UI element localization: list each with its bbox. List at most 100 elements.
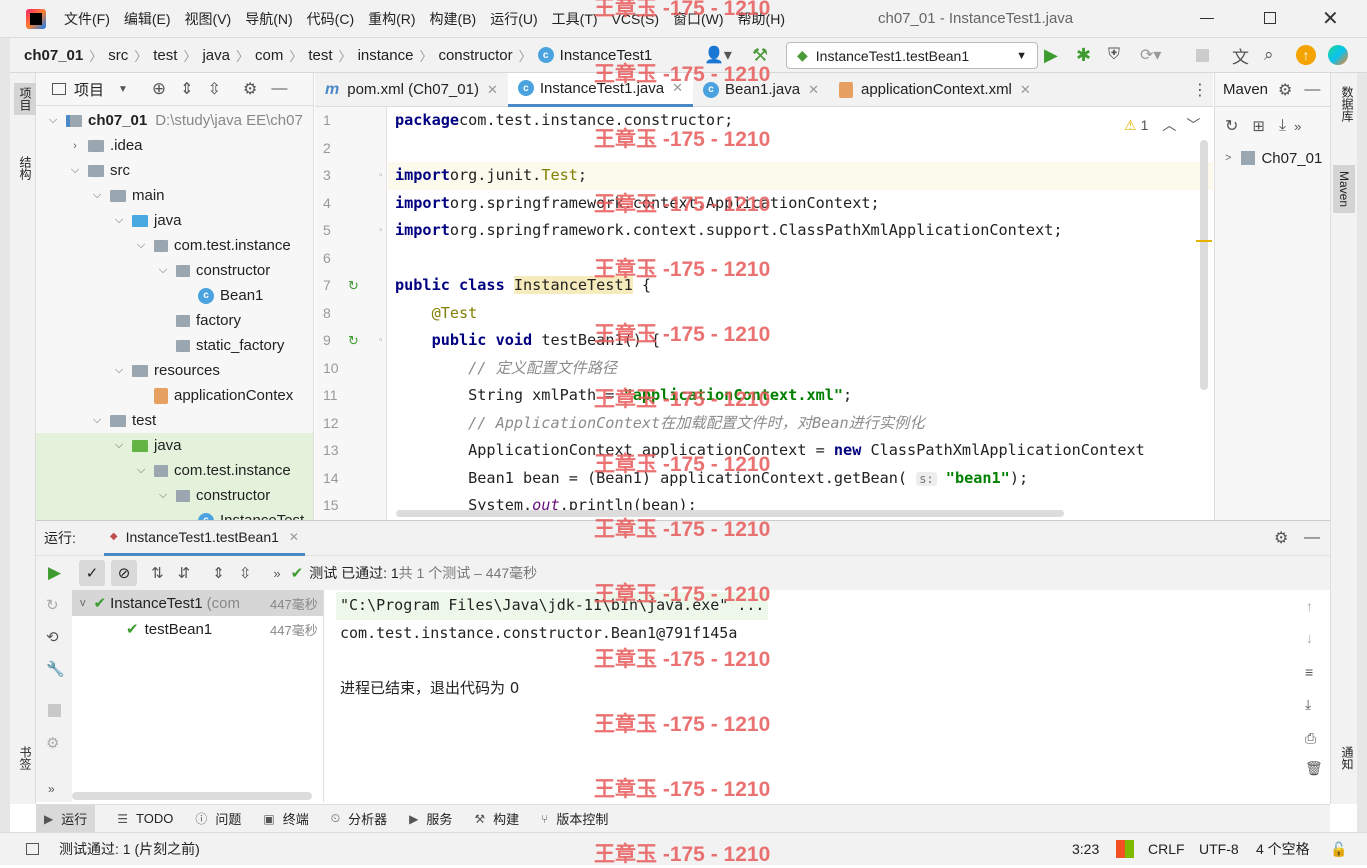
tree-item[interactable]: › .idea <box>36 133 313 158</box>
chevron-down-icon[interactable]: ▼ <box>118 84 128 95</box>
fold-icon[interactable]: ▫ <box>379 217 383 245</box>
bottom-tab[interactable]: ▶ 运行 <box>36 804 96 833</box>
collapse-all-icon[interactable]: ⇳ <box>208 79 221 99</box>
menu-item-6[interactable]: 构建(B) <box>430 9 477 29</box>
locate-icon[interactable]: ⊕ <box>152 79 166 99</box>
menu-item-5[interactable]: 重构(R) <box>368 9 415 29</box>
cursor-position[interactable]: 3:23 <box>1072 841 1099 857</box>
tool-project[interactable]: 项目 <box>14 83 37 115</box>
run-icon[interactable]: ▶ <box>1044 45 1058 66</box>
breadcrumb-item[interactable]: com <box>255 47 283 64</box>
collapse-all-icon[interactable]: ⇳ <box>239 564 252 582</box>
chevron-down-icon[interactable]: ⌵ <box>112 439 126 452</box>
tree-item[interactable]: ⌵ main <box>36 183 313 208</box>
chevron-down-icon[interactable]: ⌵ <box>68 164 82 177</box>
tree-item[interactable]: ⌵ java <box>36 433 313 458</box>
tool-maven[interactable]: Maven <box>1333 165 1355 214</box>
layout-icon[interactable] <box>26 843 39 855</box>
fold-icon[interactable]: ▫ <box>379 162 383 190</box>
maven-project-item[interactable]: > Ch07_01 <box>1215 145 1330 171</box>
wrench-icon[interactable]: 🔧 <box>46 660 65 678</box>
test-case-row[interactable]: ✔ testBean1 447毫秒 <box>72 616 323 642</box>
bottom-tab[interactable]: ⓘ 问题 <box>195 809 241 828</box>
pin-icon[interactable]: ⚙ <box>46 734 59 752</box>
more-icon[interactable]: » <box>1294 119 1301 134</box>
sort-alpha-icon[interactable]: ⇅ <box>151 564 164 582</box>
tool-structure[interactable]: 结构 <box>14 153 37 183</box>
run-config-dropdown[interactable]: ◆ InstanceTest1.testBean1 ▼ <box>786 42 1038 69</box>
chevron-down-icon[interactable]: ⌵ <box>134 464 148 477</box>
bottom-tab[interactable]: ⏲ 分析器 <box>331 809 387 828</box>
more-tabs-icon[interactable]: ⋮ <box>1192 80 1208 100</box>
print-icon[interactable]: ⎙ <box>1305 730 1316 747</box>
chevron-down-icon[interactable]: ⌵ <box>46 114 60 127</box>
tree-item[interactable]: ⌵ test <box>36 408 313 433</box>
toggle-auto-test-icon[interactable]: ⟲ <box>46 628 59 646</box>
close-icon[interactable]: ✕ <box>289 530 299 544</box>
bottom-tab[interactable]: ▶ 服务 <box>409 809 452 828</box>
bottom-tab[interactable]: ⑂ 版本控制 <box>541 809 608 828</box>
add-project-icon[interactable]: ⊞ <box>1252 117 1265 135</box>
tree-item[interactable]: ⌵ com.test.instance <box>36 458 313 483</box>
chevron-down-icon[interactable]: ⌵ <box>112 364 126 377</box>
search-icon[interactable]: ⌕ <box>1264 45 1274 65</box>
expand-all-icon[interactable]: ⇕ <box>212 564 225 582</box>
tree-item[interactable]: ⌵ com.test.instance <box>36 233 313 258</box>
tree-item[interactable]: applicationContex <box>36 383 313 408</box>
close-icon[interactable]: ✕ <box>1020 82 1031 98</box>
editor-tab[interactable]: m pom.xml (Ch07_01) ✕ <box>315 73 508 107</box>
warning-stripe[interactable] <box>1196 240 1212 242</box>
jetbrains-icon[interactable] <box>1328 45 1348 65</box>
hide-icon[interactable]: — <box>271 80 287 98</box>
breadcrumb-item[interactable]: instance <box>358 47 414 64</box>
editor-scrollbar[interactable] <box>1200 140 1208 390</box>
arrow-up-icon[interactable]: ↑ <box>1306 598 1313 614</box>
bottom-tab[interactable]: ▣ 终端 <box>263 809 308 828</box>
coverage-icon[interactable]: ⛨ <box>1108 46 1120 64</box>
menu-item-1[interactable]: 编辑(E) <box>124 9 171 29</box>
profile-icon[interactable]: ⟳▾ <box>1140 45 1161 65</box>
tree-item[interactable]: static_factory <box>36 333 313 358</box>
reload-icon[interactable]: ↻ <box>1225 116 1238 136</box>
gear-icon[interactable]: ⚙ <box>1274 528 1288 548</box>
menu-item-2[interactable]: 视图(V) <box>185 9 232 29</box>
menu-item-7[interactable]: 运行(U) <box>490 9 537 29</box>
close-button[interactable]: ✕ <box>1322 6 1339 31</box>
breadcrumb-item[interactable]: constructor <box>438 47 512 64</box>
code-editor[interactable]: packagecom.test.instance.constructor; im… <box>388 107 1213 520</box>
maximize-button[interactable] <box>1264 12 1276 24</box>
tree-item[interactable]: ⌵ ch07_01 D:\study\java EE\ch07 <box>36 108 313 133</box>
run-gutter-icon[interactable]: ↻ <box>348 327 359 355</box>
tree-item[interactable]: c InstanceTest <box>36 508 313 520</box>
tool-notifications[interactable]: 通知 <box>1336 743 1359 773</box>
close-icon[interactable]: ✕ <box>487 82 498 98</box>
gear-icon[interactable]: ⚙ <box>243 79 257 99</box>
chevron-down-icon[interactable]: ⌵ <box>156 489 170 502</box>
debug-icon[interactable]: ✱ <box>1076 45 1091 66</box>
tree-item[interactable]: ⌵ java <box>36 208 313 233</box>
chevron-down-icon[interactable]: ⌵ <box>112 214 126 227</box>
stop-icon[interactable] <box>48 704 61 717</box>
more-icon[interactable]: » <box>48 782 55 796</box>
run-tab[interactable]: ◆ InstanceTest1.testBean1 ✕ <box>103 520 305 556</box>
chevron-up-icon[interactable]: ︿ <box>1162 115 1176 135</box>
show-ignored-toggle[interactable]: ⊘ <box>111 560 138 586</box>
menu-item-4[interactable]: 代码(C) <box>307 9 354 29</box>
menu-item-3[interactable]: 导航(N) <box>245 9 292 29</box>
breadcrumb-item[interactable]: java <box>202 47 230 64</box>
scroll-to-end-icon[interactable]: ⤓ <box>1305 696 1311 713</box>
test-suite-row[interactable]: v ✔ InstanceTest1 (com 447毫秒 <box>72 590 323 616</box>
trash-icon[interactable]: 🗑 <box>1305 760 1323 777</box>
breadcrumb-item[interactable]: src <box>108 47 128 64</box>
chevron-down-icon[interactable]: ⌵ <box>156 264 170 277</box>
file-encoding[interactable]: UTF-8 <box>1199 841 1239 857</box>
tree-item[interactable]: factory <box>36 308 313 333</box>
bottom-tab[interactable]: ☰ TODO <box>117 811 173 826</box>
hide-icon[interactable]: — <box>1304 81 1320 99</box>
download-icon[interactable]: ⤓ <box>1279 117 1286 135</box>
fold-icon[interactable]: ▫ <box>379 327 383 355</box>
update-icon[interactable]: ↑ <box>1296 45 1316 65</box>
tree-item[interactable]: ⌵ resources <box>36 358 313 383</box>
rerun-icon[interactable]: ▶ <box>48 563 61 583</box>
chevron-right-icon[interactable]: › <box>68 140 82 152</box>
